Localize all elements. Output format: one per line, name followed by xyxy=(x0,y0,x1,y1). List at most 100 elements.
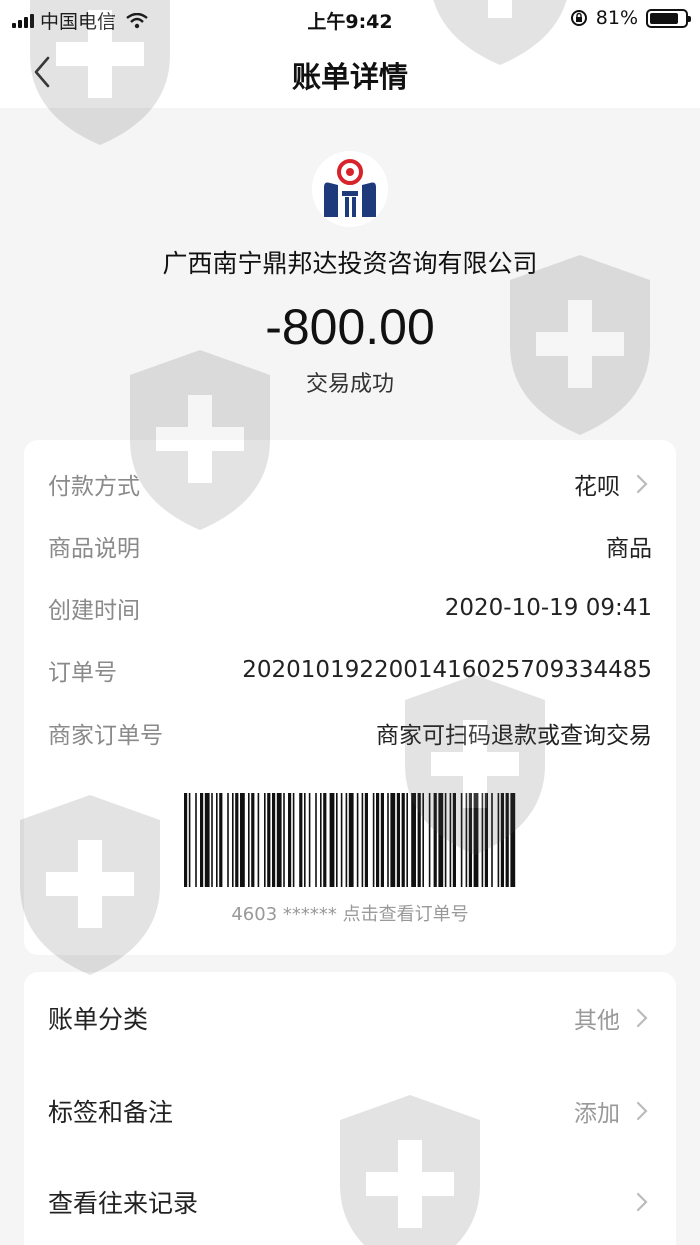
barcode-bar xyxy=(411,793,416,887)
barcode-bar xyxy=(336,793,338,887)
row-label: 标签和备注 xyxy=(48,1098,174,1127)
barcode-bar xyxy=(422,793,424,887)
status-bar: 中国电信 上午9:42 81% xyxy=(0,0,700,38)
chevron-right-icon xyxy=(636,474,648,494)
barcode-bar xyxy=(288,793,292,887)
row-label: 订单号 xyxy=(48,660,117,686)
row-label: 商家订单号 xyxy=(48,723,163,749)
barcode-bar xyxy=(264,793,266,887)
barcode-image[interactable] xyxy=(184,793,516,887)
barcode-bar xyxy=(500,793,504,887)
barcode-bar xyxy=(232,793,234,887)
battery-level xyxy=(650,12,678,24)
barcode-bar xyxy=(267,793,271,887)
barcode-bar xyxy=(438,793,444,887)
barcode-bar xyxy=(216,793,218,887)
merchant-name: 广西南宁鼎邦达投资咨询有限公司 xyxy=(162,249,538,278)
barcode-bar xyxy=(481,793,484,887)
row-value: 花呗 xyxy=(574,467,652,501)
transaction-history-row[interactable]: 查看往来记录 xyxy=(48,1180,652,1224)
orientation-lock-icon xyxy=(570,10,587,26)
barcode-bar xyxy=(372,793,375,887)
barcode-bar xyxy=(323,793,327,887)
row-value xyxy=(620,1190,652,1214)
barcode-bar xyxy=(292,793,295,887)
row-label: 付款方式 xyxy=(48,474,140,500)
barcode-bar xyxy=(510,793,516,887)
barcode-bar xyxy=(497,793,500,887)
barcode-bar xyxy=(320,793,322,887)
product-description-row: 商品说明 商品 xyxy=(48,526,652,566)
barcode-bar xyxy=(505,793,509,887)
row-label: 创建时间 xyxy=(48,598,140,624)
barcode-bar xyxy=(304,793,306,887)
barcode-caption[interactable]: 4603 ****** 点击查看订单号 xyxy=(24,900,676,926)
barcode-bar xyxy=(211,793,213,887)
order-number-row: 订单号 2020101922001416025709334485 xyxy=(48,650,652,690)
barcode-bar xyxy=(396,793,400,887)
bill-header: 广西南宁鼎邦达投资咨询有限公司 -800.00 交易成功 xyxy=(0,108,700,438)
chevron-right-icon xyxy=(636,1101,648,1121)
barcode-bar xyxy=(195,793,197,887)
barcode-bar xyxy=(345,793,348,887)
tags-notes-value: 添加 xyxy=(574,1101,620,1127)
row-label: 账单分类 xyxy=(48,1005,149,1034)
transaction-status: 交易成功 xyxy=(305,372,394,397)
created-time-row: 创建时间 2020-10-19 09:41 xyxy=(48,588,652,628)
battery-percent: 81% xyxy=(595,7,638,29)
bill-category-value: 其他 xyxy=(574,1008,620,1034)
barcode-bar xyxy=(356,793,359,887)
barcode-bar xyxy=(340,793,343,887)
barcode-bar xyxy=(204,793,210,887)
merchant-order-row: 商家订单号 商家可扫码退款或查询交易 xyxy=(48,713,652,753)
barcode-bar xyxy=(449,793,452,887)
page-title: 账单详情 xyxy=(291,60,408,94)
barcode-bar xyxy=(390,793,396,887)
barcode-bar xyxy=(473,793,479,887)
barcode-bar xyxy=(329,793,335,887)
barcode-bar xyxy=(380,793,384,887)
barcode-bar xyxy=(465,793,468,887)
barcode-bar xyxy=(188,793,191,887)
barcode-bar xyxy=(433,793,437,887)
transaction-details-card: 付款方式 花呗 商品说明 商品 创建时间 2020-10-19 09:41 订单… xyxy=(24,440,676,955)
tags-notes-row[interactable]: 标签和备注 添加 xyxy=(48,1089,652,1133)
barcode-bar xyxy=(235,793,239,887)
status-bar-right: 81% xyxy=(570,7,691,29)
barcode-bar xyxy=(387,793,389,887)
payment-method-value: 花呗 xyxy=(574,474,620,500)
barcode-bar xyxy=(251,793,255,887)
merchant-logo-icon xyxy=(312,151,388,227)
bill-category-row[interactable]: 账单分类 其他 xyxy=(48,996,652,1040)
barcode-bar xyxy=(484,793,488,887)
barcode-bar xyxy=(184,793,188,887)
barcode-bar xyxy=(248,793,250,887)
barcode-bar xyxy=(460,793,463,887)
row-value: 其他 xyxy=(574,1001,652,1035)
barcode-bar xyxy=(444,793,447,887)
barcode-bar xyxy=(364,793,368,887)
nav-bar: 账单详情 xyxy=(0,38,700,108)
transaction-amount: -800.00 xyxy=(265,299,435,355)
barcode-bar xyxy=(308,793,311,887)
barcode-bar xyxy=(240,793,245,887)
barcode-bar xyxy=(227,793,229,887)
barcode-bar xyxy=(257,793,260,887)
barcode-bar xyxy=(315,793,317,887)
barcode-bar xyxy=(417,793,421,887)
payment-method-row[interactable]: 付款方式 花呗 xyxy=(48,464,652,504)
row-value: 商品 xyxy=(606,536,652,562)
barcode-bar xyxy=(491,793,493,887)
barcode-bar xyxy=(401,793,405,887)
merchant-logo xyxy=(312,151,388,227)
row-label: 商品说明 xyxy=(48,536,140,562)
barcode-bar xyxy=(468,793,472,887)
barcode-bar xyxy=(299,793,303,887)
chevron-right-icon xyxy=(636,1008,648,1028)
row-value: 商家可扫码退款或查询交易 xyxy=(376,723,652,749)
bill-actions-card: 账单分类 其他 标签和备注 添加 查看往来记录 xyxy=(24,972,676,1245)
barcode-bar xyxy=(219,793,223,887)
battery-icon xyxy=(646,8,691,28)
row-value: 2020101922001416025709334485 xyxy=(242,657,652,683)
barcode-bar xyxy=(361,793,364,887)
